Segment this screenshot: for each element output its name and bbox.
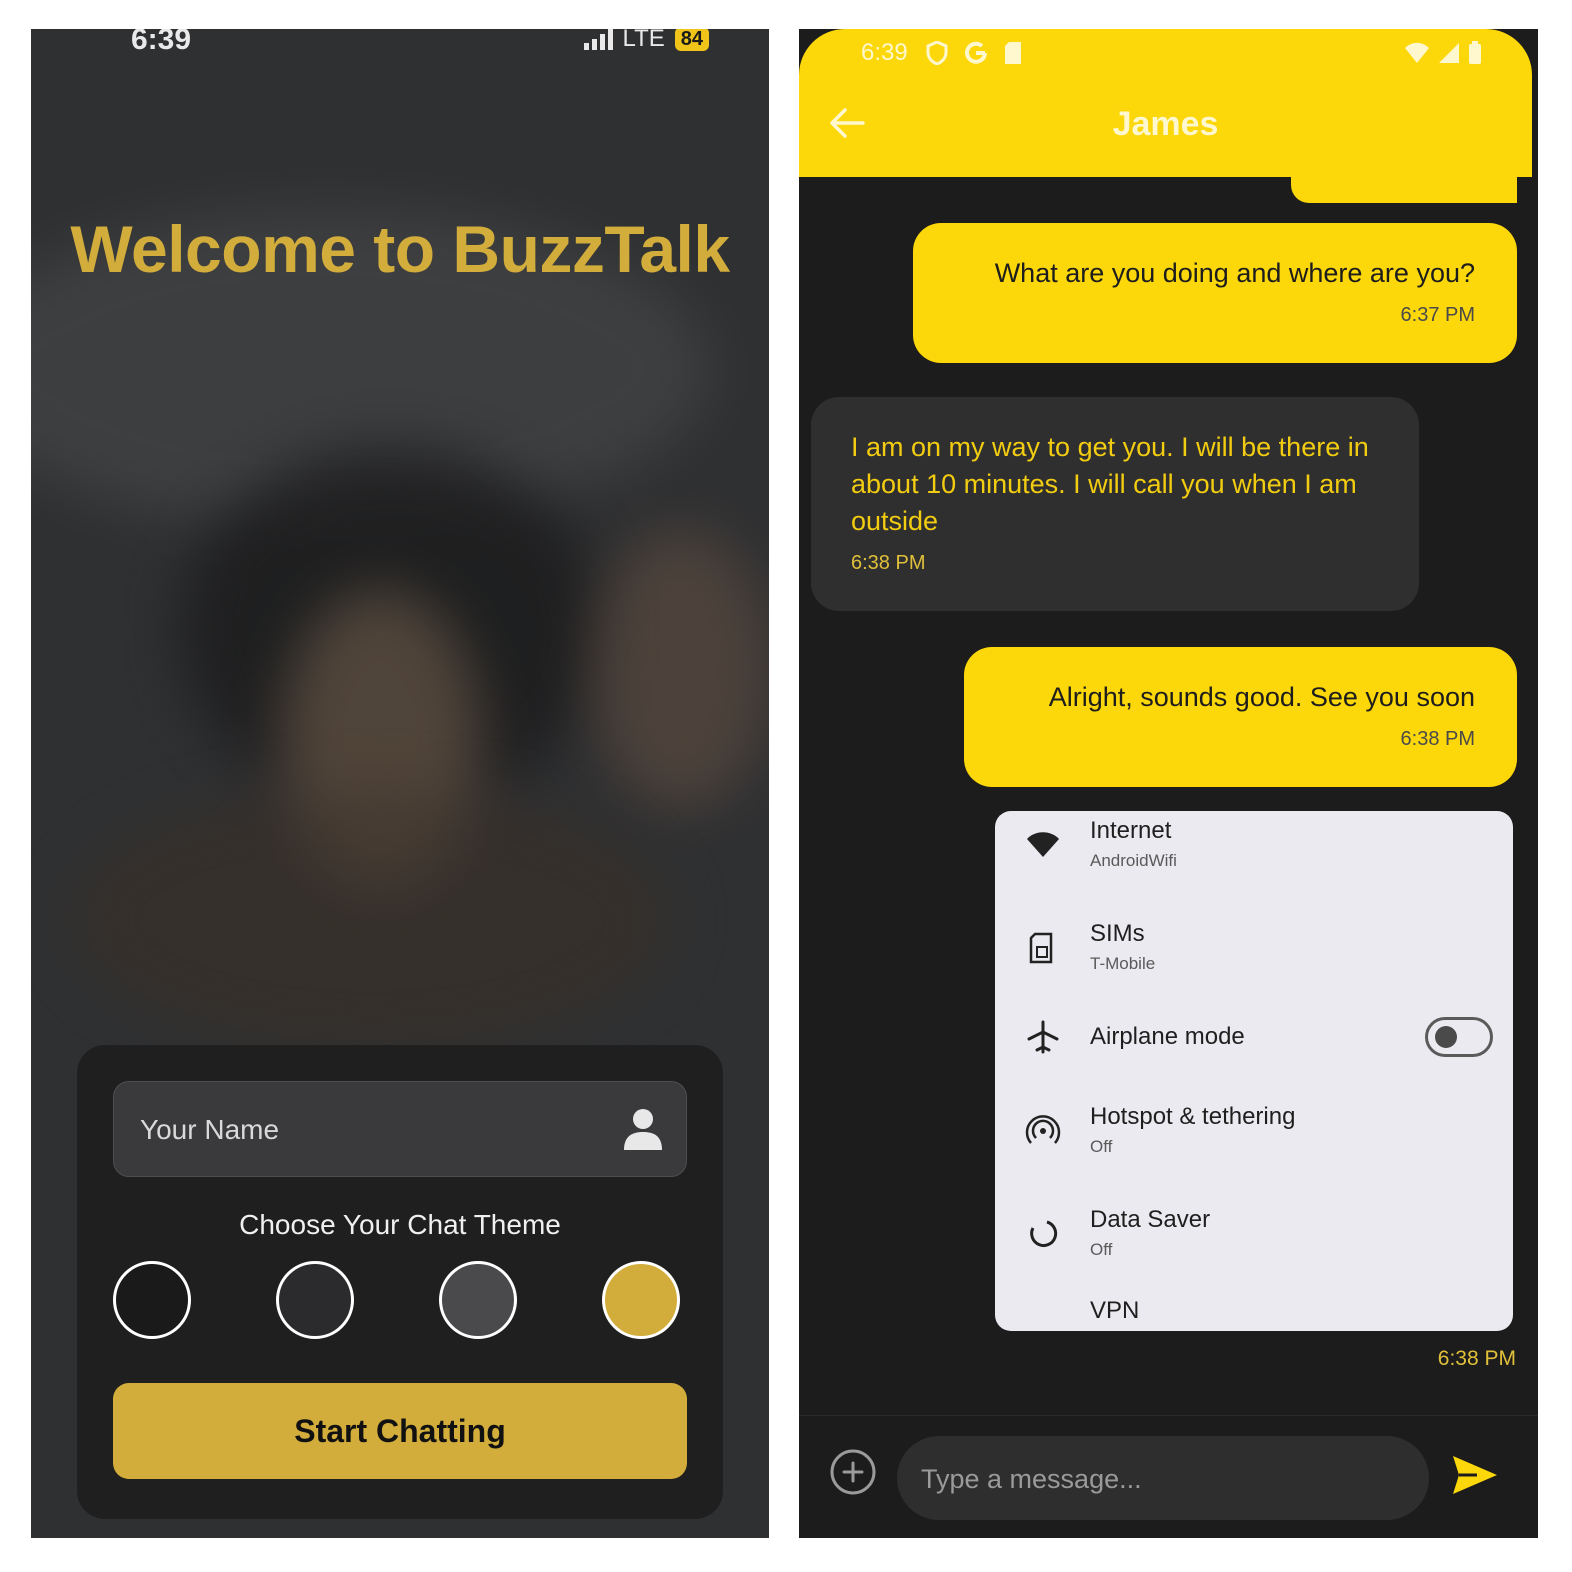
setting-item-vpn: VPN — [995, 1297, 1513, 1331]
theme-swatch-gold[interactable] — [602, 1261, 680, 1339]
setting-title: Internet — [1090, 817, 1172, 844]
setup-card: Choose Your Chat Theme Start Chatting — [77, 1045, 723, 1519]
google-icon — [964, 41, 987, 64]
start-chatting-button[interactable]: Start Chatting — [113, 1383, 687, 1479]
signal-icon — [1439, 43, 1459, 63]
add-attachment-icon[interactable] — [829, 1448, 877, 1496]
setting-title: Hotspot & tethering — [1090, 1103, 1296, 1130]
theme-swatch-dark-gray[interactable] — [276, 1261, 354, 1339]
contact-name: James — [1112, 105, 1219, 143]
setting-title: SIMs — [1090, 920, 1145, 947]
message-time: 6:38 PM — [851, 552, 926, 574]
airplane-mode-toggle[interactable] — [1425, 1017, 1493, 1057]
setting-subtitle: T-Mobile — [1090, 954, 1156, 973]
welcome-title: Welcome to BuzzTalk — [70, 212, 730, 286]
network-type: LTE — [622, 29, 665, 52]
chat-screen: 6:39 James What are you doing and where … — [799, 29, 1538, 1538]
message-text: Alright, sounds good. See you soon — [1048, 682, 1475, 712]
message-text: I am on my way to get you. I will be the… — [851, 432, 1369, 536]
setting-subtitle: Off — [1090, 1137, 1113, 1156]
send-icon[interactable] — [1451, 1454, 1499, 1496]
wifi-icon — [1027, 832, 1059, 857]
airplane-icon — [1027, 1020, 1059, 1054]
vpn-icon — [1025, 1323, 1061, 1331]
setting-item-hotspot: Hotspot & tethering Off — [995, 1097, 1513, 1187]
setting-subtitle: Off — [1090, 1240, 1113, 1259]
message-time: 6:37 PM — [1400, 304, 1475, 326]
data-saver-icon — [1030, 1220, 1058, 1248]
theme-swatch-black[interactable] — [113, 1261, 191, 1339]
app-bar: 6:39 James — [799, 29, 1532, 177]
setting-subtitle: AndroidWifi — [1090, 851, 1177, 870]
status-bar: 6:39 — [861, 33, 1482, 73]
status-bar: 6:39 LTE 84 — [31, 29, 769, 69]
setting-item-internet: Internet AndroidWifi — [995, 811, 1513, 901]
setting-title: Data Saver — [1090, 1206, 1211, 1233]
wifi-status-icon — [1405, 42, 1429, 63]
hotspot-icon — [1025, 1115, 1061, 1144]
setting-item-data-saver: Data Saver Off — [995, 1200, 1513, 1290]
setting-item-sims: SIMs T-Mobile — [995, 914, 1513, 1004]
message-bubble-outgoing[interactable]: Alright, sounds good. See you soon 6:38 … — [964, 647, 1517, 787]
message-bubble-incoming[interactable]: I am on my way to get you. I will be the… — [811, 397, 1419, 611]
message-text: What are you doing and where are you? — [994, 258, 1475, 288]
message-bubble-outgoing[interactable]: What are you doing and where are you? 6:… — [913, 223, 1517, 363]
sd-card-icon — [1004, 42, 1021, 64]
setting-title: VPN — [1090, 1297, 1140, 1324]
background-photo-face-2 — [591, 529, 769, 809]
user-icon — [624, 1109, 662, 1150]
message-time: 6:38 PM — [1400, 728, 1475, 750]
name-field[interactable] — [113, 1081, 687, 1178]
theme-label: Choose Your Chat Theme — [239, 1209, 561, 1240]
signal-icon — [583, 29, 613, 50]
welcome-screen: 6:39 LTE 84 Welcome to BuzzTalk Choose Y… — [31, 29, 769, 1538]
name-input[interactable] — [138, 1082, 602, 1178]
setting-title: Airplane mode — [1090, 1023, 1245, 1050]
toggle-knob — [1435, 1026, 1457, 1048]
image-message-screenshot[interactable]: Internet AndroidWifi SIMs T-Mobile Airpl… — [995, 811, 1513, 1331]
background-photo-lower — [71, 789, 671, 1049]
status-time: 6:39 — [861, 39, 908, 66]
message-input[interactable] — [919, 1436, 1403, 1522]
message-composer — [799, 1415, 1538, 1538]
sim-card-icon — [1029, 932, 1053, 964]
message-field[interactable] — [897, 1436, 1429, 1522]
theme-swatch-gray[interactable] — [439, 1261, 517, 1339]
battery-icon — [1469, 41, 1481, 64]
battery-level: 84 — [674, 29, 709, 51]
shield-icon — [926, 41, 948, 65]
image-message-time: 6:38 PM — [1437, 1347, 1516, 1370]
status-time: 6:39 — [131, 29, 192, 56]
